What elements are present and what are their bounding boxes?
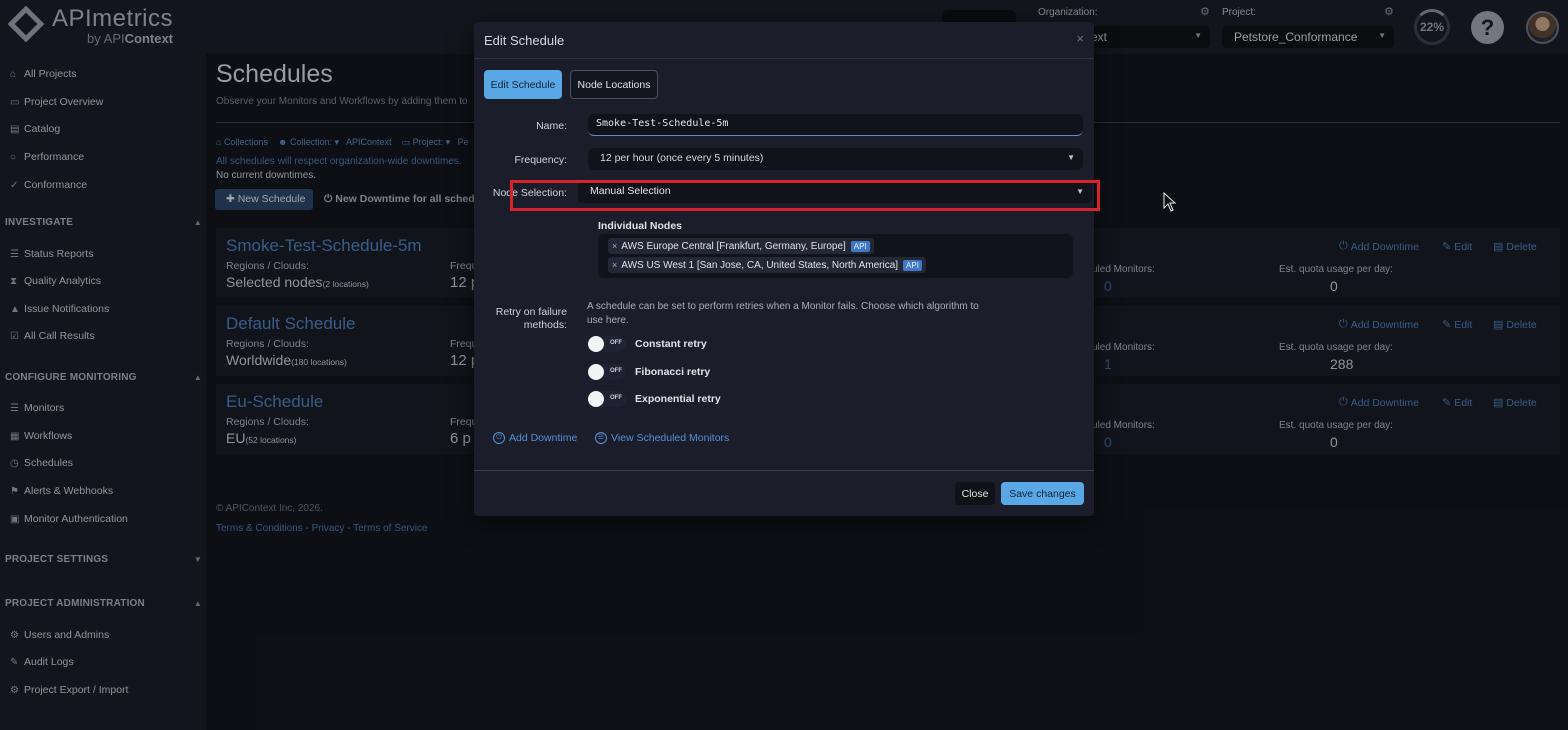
power-icon: ⏻: [493, 432, 505, 444]
name-input[interactable]: Smoke-Test-Schedule-5m: [588, 114, 1083, 136]
modal-header: Edit Schedule ×: [474, 22, 1094, 59]
individual-nodes-box[interactable]: × AWS Europe Central [Frankfurt, Germany…: [598, 234, 1073, 278]
fibonacci-retry-toggle[interactable]: OFF Fibonacci retry: [588, 364, 710, 380]
edit-schedule-modal: Edit Schedule × Edit Schedule Node Locat…: [474, 22, 1094, 516]
node-tag: × AWS Europe Central [Frankfurt, Germany…: [608, 238, 874, 254]
tab-node-locations[interactable]: Node Locations: [570, 70, 658, 99]
api-badge: API: [850, 240, 870, 252]
toggle-switch[interactable]: OFF: [588, 364, 626, 380]
toggle-switch[interactable]: OFF: [588, 336, 626, 352]
close-button[interactable]: Close: [955, 482, 995, 505]
node-selection-select[interactable]: Manual Selection ▼: [578, 182, 1092, 203]
node-tag: × AWS US West 1 [San Jose, CA, United St…: [608, 257, 926, 273]
close-icon[interactable]: ×: [1076, 31, 1084, 46]
api-badge: API: [903, 259, 922, 271]
chevron-down-icon: ▼: [1067, 153, 1075, 162]
toggle-switch[interactable]: OFF: [588, 391, 626, 407]
chevron-down-icon: ▼: [1076, 187, 1084, 196]
retry-methods-label: Retry on failure methods:: [495, 306, 567, 331]
exponential-retry-toggle[interactable]: OFF Exponential retry: [588, 391, 721, 407]
remove-node-icon[interactable]: ×: [612, 241, 617, 251]
remove-node-icon[interactable]: ×: [612, 260, 617, 270]
name-label: Name:: [536, 120, 567, 132]
constant-retry-toggle[interactable]: OFF Constant retry: [588, 336, 707, 352]
individual-nodes-title: Individual Nodes: [598, 220, 683, 232]
list-icon: ☰: [595, 432, 607, 444]
modal-footer-divider: [474, 470, 1094, 471]
frequency-label: Frequency:: [514, 154, 567, 166]
frequency-select[interactable]: 12 per hour (once every 5 minutes) ▼: [588, 148, 1083, 170]
tab-edit-schedule[interactable]: Edit Schedule: [484, 70, 562, 99]
mouse-cursor-icon: [1163, 192, 1177, 212]
retry-description: A schedule can be set to perform retries…: [587, 301, 979, 326]
add-downtime-link[interactable]: ⏻ Add Downtime: [493, 432, 577, 444]
save-changes-button[interactable]: Save changes: [1001, 482, 1084, 505]
view-scheduled-monitors-link[interactable]: ☰ View Scheduled Monitors: [595, 432, 729, 444]
modal-title: Edit Schedule: [484, 33, 565, 48]
node-selection-label: Node Selection:: [492, 187, 567, 199]
